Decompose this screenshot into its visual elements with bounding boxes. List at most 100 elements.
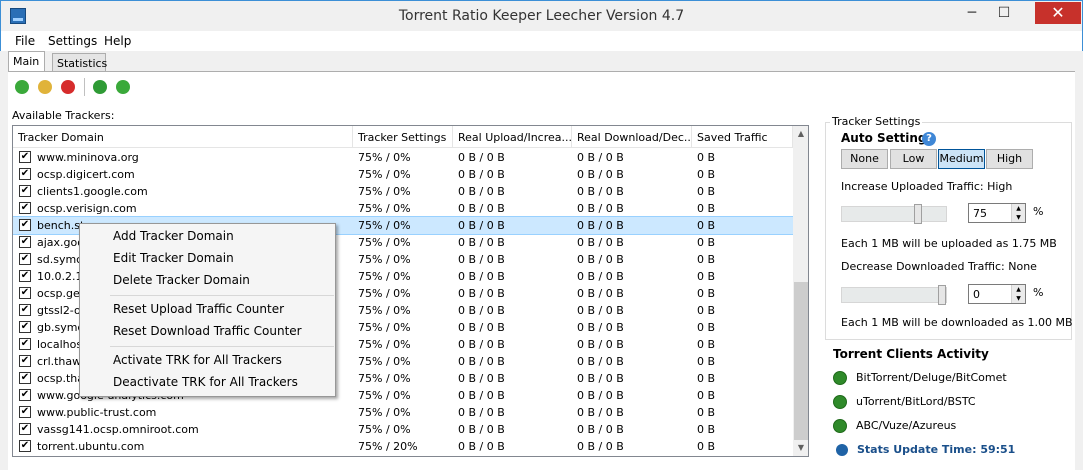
row-checkbox[interactable]: ✔ <box>19 440 31 452</box>
ctx-reset-upload[interactable]: Reset Upload Traffic Counter <box>113 302 284 316</box>
upload-slider[interactable] <box>841 204 947 224</box>
table-cell: 75% / 0% <box>358 406 411 419</box>
table-row[interactable]: ✔ clients1.google.com 75% / 0% 0 B / 0 B 0 B… <box>13 183 793 200</box>
download-label: Decrease Downloaded Traffic: None <box>841 260 1037 273</box>
ctx-delete-tracker[interactable]: Delete Tracker Domain <box>113 273 250 287</box>
spin-up-icon[interactable]: ▲ <box>1012 204 1025 213</box>
row-checkbox[interactable]: ✔ <box>19 287 31 299</box>
spin-down-icon[interactable]: ▼ <box>1012 213 1025 222</box>
download-value[interactable]: 0 <box>973 288 980 301</box>
minimize-button[interactable]: ─ <box>957 2 987 24</box>
table-cell: 75% / 0% <box>358 270 411 283</box>
table-row[interactable]: ✔ www.public-trust.com 75% / 0% 0 B / 0 B 0 … <box>13 404 793 421</box>
preset-high-button[interactable]: High <box>986 149 1033 169</box>
row-checkbox[interactable]: ✔ <box>19 219 31 231</box>
column-tracker-domain[interactable]: Tracker Domain <box>13 126 353 148</box>
column-real-download[interactable]: Real Download/Dec... <box>572 126 692 148</box>
row-checkbox[interactable]: ✔ <box>19 406 31 418</box>
upload-slider-thumb[interactable] <box>914 204 922 224</box>
row-checkbox[interactable]: ✔ <box>19 185 31 197</box>
list-header: Tracker Domain Tracker Settings Real Upl… <box>13 126 793 148</box>
menu-settings[interactable]: Settings <box>48 34 97 48</box>
help-icon[interactable]: ? <box>922 132 936 146</box>
table-cell: 0 B / 0 B <box>458 406 505 419</box>
ctx-activate-all[interactable]: Activate TRK for All Trackers <box>113 353 282 367</box>
ctx-edit-tracker[interactable]: Edit Tracker Domain <box>113 251 234 265</box>
table-row[interactable]: ✔ www.mininova.org 75% / 0% 0 B / 0 B 0 B / … <box>13 149 793 166</box>
upload-label: Increase Uploaded Traffic: High <box>841 180 1013 193</box>
menu-help[interactable]: Help <box>104 34 131 48</box>
row-checkbox[interactable]: ✔ <box>19 389 31 401</box>
scroll-thumb[interactable] <box>794 282 808 440</box>
row-checkbox[interactable]: ✔ <box>19 236 31 248</box>
deactivate-all-icon[interactable] <box>116 80 130 94</box>
edit-tracker-icon[interactable] <box>38 80 52 94</box>
table-cell: www.public-trust.com <box>37 406 157 419</box>
download-spinner[interactable]: 0 ▲ ▼ <box>968 284 1026 304</box>
row-checkbox[interactable]: ✔ <box>19 151 31 163</box>
preset-none-button[interactable]: None <box>841 149 888 169</box>
row-checkbox[interactable]: ✔ <box>19 321 31 333</box>
add-tracker-icon[interactable] <box>15 80 29 94</box>
scroll-up-icon[interactable]: ▲ <box>793 126 808 142</box>
upload-spin-buttons[interactable]: ▲ ▼ <box>1011 204 1025 222</box>
row-checkbox[interactable]: ✔ <box>19 253 31 265</box>
table-cell: 75% / 0% <box>358 372 411 385</box>
upload-percent-sign: % <box>1033 205 1044 218</box>
status-dot-icon <box>833 419 847 433</box>
column-tracker-settings[interactable]: Tracker Settings <box>353 126 453 148</box>
spin-down-icon[interactable]: ▼ <box>1012 294 1025 303</box>
table-row[interactable]: ✔ vassg141.ocsp.omniroot.com 75% / 0% 0 B /… <box>13 421 793 438</box>
upload-value[interactable]: 75 <box>973 207 987 220</box>
download-slider-thumb[interactable] <box>938 285 946 305</box>
row-checkbox[interactable]: ✔ <box>19 202 31 214</box>
table-cell: 0 B <box>697 270 716 283</box>
title-bar: Torrent Ratio Keeper Leecher Version 4.7… <box>0 0 1083 31</box>
auto-settings-label: Auto Settings <box>841 131 934 145</box>
close-button[interactable]: ✕ <box>1035 2 1081 24</box>
delete-tracker-icon[interactable] <box>61 80 75 94</box>
table-row[interactable]: ✔ ocsp.digicert.com 75% / 0% 0 B / 0 B 0 B /… <box>13 166 793 183</box>
ctx-add-tracker[interactable]: Add Tracker Domain <box>113 229 234 243</box>
row-checkbox[interactable]: ✔ <box>19 304 31 316</box>
table-cell: 0 B / 0 B <box>577 321 624 334</box>
row-checkbox[interactable]: ✔ <box>19 168 31 180</box>
row-checkbox[interactable]: ✔ <box>19 338 31 350</box>
row-checkbox[interactable]: ✔ <box>19 270 31 282</box>
table-cell: 75% / 0% <box>358 202 411 215</box>
ctx-reset-download[interactable]: Reset Download Traffic Counter <box>113 324 302 338</box>
table-cell: 0 B <box>697 304 716 317</box>
table-cell: 0 B / 0 B <box>458 440 505 453</box>
column-real-upload[interactable]: Real Upload/Increa... <box>453 126 572 148</box>
table-row[interactable]: ✔ torrent.ubuntu.com 75% / 20% 0 B / 0 B 0 B… <box>13 438 793 455</box>
scroll-down-icon[interactable]: ▼ <box>793 440 808 456</box>
table-cell: 0 B <box>697 253 716 266</box>
download-slider[interactable] <box>841 285 947 305</box>
tab-statistics[interactable]: Statistics <box>52 53 107 73</box>
upload-spinner[interactable]: 75 ▲ ▼ <box>968 203 1026 223</box>
menu-file[interactable]: File <box>15 34 35 48</box>
activate-all-icon[interactable] <box>93 80 107 94</box>
table-cell: 0 B / 0 B <box>458 151 505 164</box>
table-cell: 0 B <box>697 287 716 300</box>
table-cell: 0 B / 0 B <box>458 168 505 181</box>
table-row[interactable]: ✔ ocsp.verisign.com 75% / 0% 0 B / 0 B 0 B /… <box>13 200 793 217</box>
row-checkbox[interactable]: ✔ <box>19 423 31 435</box>
table-cell: 0 B / 0 B <box>577 270 624 283</box>
table-cell: 0 B / 0 B <box>577 253 624 266</box>
maximize-button[interactable]: ☐ <box>989 2 1019 24</box>
status-dot-icon <box>833 395 847 409</box>
download-spin-buttons[interactable]: ▲ ▼ <box>1011 285 1025 303</box>
tab-main[interactable]: Main <box>8 51 45 72</box>
table-cell: 75% / 0% <box>358 253 411 266</box>
preset-medium-button[interactable]: Medium <box>938 149 985 169</box>
column-saved-traffic[interactable]: Saved Traffic <box>692 126 793 148</box>
spin-up-icon[interactable]: ▲ <box>1012 285 1025 294</box>
row-checkbox[interactable]: ✔ <box>19 355 31 367</box>
client-label: ABC/Vuze/Azureus <box>856 419 957 432</box>
ctx-deactivate-all[interactable]: Deactivate TRK for All Trackers <box>113 375 298 389</box>
row-checkbox[interactable]: ✔ <box>19 372 31 384</box>
vertical-scrollbar[interactable]: ▲ ▼ <box>793 126 808 456</box>
table-cell: 0 B <box>697 185 716 198</box>
preset-low-button[interactable]: Low <box>890 149 937 169</box>
